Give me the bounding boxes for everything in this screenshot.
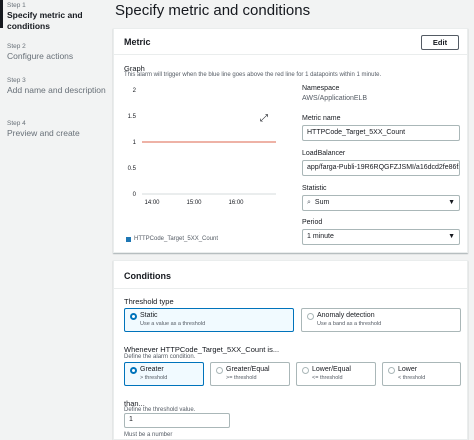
radio-button[interactable] xyxy=(130,313,137,320)
tile-label: Lower/Equal xyxy=(312,366,351,373)
tile-description: Use a band as a threshold xyxy=(317,321,382,327)
tile-description: >= threshold xyxy=(226,375,257,381)
step-2[interactable]: Step 2 Configure actions xyxy=(7,43,107,62)
metric-card: Metric Edit Graph This alarm will trigge… xyxy=(113,28,468,253)
x-tick-label: 16:00 xyxy=(228,200,244,206)
operator-greater-equal[interactable]: Greater/Equal >= threshold xyxy=(210,362,290,386)
radio-button[interactable] xyxy=(216,367,223,374)
chevron-down-icon: ▼ xyxy=(448,199,455,206)
tile-label: Greater/Equal xyxy=(226,366,270,373)
step-3[interactable]: Step 3 Add name and description xyxy=(7,77,107,96)
whenever-label: Whenever HTTPCode_Target_5XX_Count is... xyxy=(124,345,280,354)
threshold-hint: Must be a number xyxy=(124,432,173,438)
step-4[interactable]: Step 4 Preview and create xyxy=(7,120,107,139)
namespace-label: Namespace xyxy=(302,85,340,92)
tile-label: Anomaly detection xyxy=(317,312,375,319)
y-tick-label: 1.5 xyxy=(128,114,137,120)
metric-name-field[interactable]: HTTPCode_Target_5XX_Count xyxy=(302,125,460,141)
wizard-steps-sidebar: Step 1 Specify metric and conditions Ste… xyxy=(0,0,112,440)
tile-description: Use a value as a threshold xyxy=(140,321,206,327)
legend-label: HTTPCode_Target_5XX_Count xyxy=(134,236,219,242)
tile-label: Lower xyxy=(398,366,418,373)
x-tick-label: 15:00 xyxy=(186,200,202,206)
statistic-select[interactable]: ⌕ Sum ▼ xyxy=(302,195,460,211)
y-tick-label: 1 xyxy=(133,140,137,146)
conditions-card-title: Conditions xyxy=(124,271,171,281)
radio-button[interactable] xyxy=(302,367,309,374)
x-tick-label: 14:00 xyxy=(144,200,160,206)
y-tick-label: 0 xyxy=(133,192,137,198)
step-label: Configure actions xyxy=(7,51,74,61)
namespace-value: AWS/ApplicationELB xyxy=(302,95,368,102)
y-tick-label: 0.5 xyxy=(128,166,137,172)
expand-icon[interactable]: ⤢ xyxy=(260,113,268,124)
step-number: Step 3 xyxy=(7,77,26,84)
active-step-indicator xyxy=(0,0,3,28)
metric-name-label: Metric name xyxy=(302,115,341,122)
step-label: Add name and description xyxy=(7,85,106,95)
tile-label: Static xyxy=(140,312,158,319)
metric-chart: 2 1.5 1 0.5 0 14:00 15:00 16:00 xyxy=(128,88,276,206)
threshold-value-input[interactable]: 1 xyxy=(124,413,230,428)
statistic-label: Statistic xyxy=(302,185,327,192)
radio-button[interactable] xyxy=(388,367,395,374)
conditions-card: Conditions Threshold type Static Use a v… xyxy=(113,260,468,440)
page-title: Specify metric and conditions xyxy=(115,2,311,19)
radio-button[interactable] xyxy=(130,367,137,374)
tile-description: <= threshold xyxy=(312,375,343,381)
tile-label: Greater xyxy=(140,366,164,373)
step-label: Preview and create xyxy=(7,128,80,138)
operator-lower[interactable]: Lower < threshold xyxy=(382,362,461,386)
operator-greater[interactable]: Greater > threshold xyxy=(124,362,204,386)
chevron-down-icon: ▼ xyxy=(448,233,455,240)
edit-metric-button[interactable]: Edit xyxy=(421,35,459,50)
statistic-value: Sum xyxy=(314,199,330,206)
loadbalancer-field[interactable]: app/farga-Publi-19R6RQGFZJSMI/a16dcd2fe8… xyxy=(302,160,460,176)
step-1: Step 1 Specify metric and conditions xyxy=(7,2,107,32)
period-select[interactable]: 1 minute ▼ xyxy=(302,229,460,245)
step-label: Specify metric and conditions xyxy=(7,10,83,31)
tile-description: > threshold xyxy=(140,375,168,381)
whenever-description: Define the alarm condition. xyxy=(124,354,196,360)
chart-legend: HTTPCode_Target_5XX_Count xyxy=(126,236,218,242)
y-tick-label: 2 xyxy=(133,88,137,94)
period-value: 1 minute xyxy=(307,233,334,240)
step-number: Step 4 xyxy=(7,120,26,127)
radio-button[interactable] xyxy=(307,313,314,320)
threshold-type-static[interactable]: Static Use a value as a threshold xyxy=(124,308,294,332)
step-number: Step 1 xyxy=(7,2,26,9)
tile-description: < threshold xyxy=(398,375,426,381)
search-icon: ⌕ xyxy=(307,199,311,206)
conditions-card-header: Conditions xyxy=(114,261,467,289)
legend-swatch xyxy=(126,236,131,242)
step-number: Step 2 xyxy=(7,43,26,50)
threshold-type-anomaly[interactable]: Anomaly detection Use a band as a thresh… xyxy=(301,308,461,332)
operator-lower-equal[interactable]: Lower/Equal <= threshold xyxy=(296,362,376,386)
loadbalancer-label: LoadBalancer xyxy=(302,150,346,157)
threshold-type-label: Threshold type xyxy=(124,297,174,306)
period-label: Period xyxy=(302,219,323,226)
